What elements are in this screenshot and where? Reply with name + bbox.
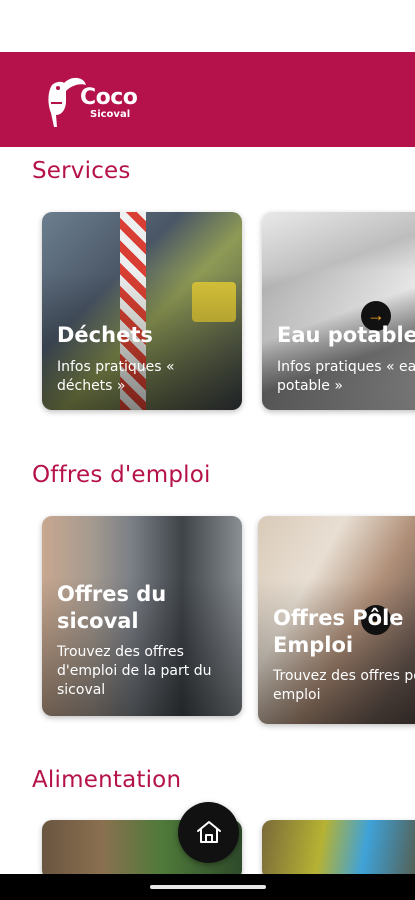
card-title: Offres du sicoval [57,582,167,633]
card-description: Trouvez des offres pole emploi [273,668,415,703]
status-bar [0,0,415,52]
card-title: Eau potable [277,323,415,347]
card-offres-sicoval[interactable]: Offres du sicoval Trouvez des offres d'e… [42,516,242,716]
gesture-handle[interactable] [150,885,266,889]
card-description: Infos pratiques « déchets » [57,359,175,394]
system-nav-bar [0,874,415,900]
card-eau-potable[interactable]: → Eau potable Infos pratiques « eau pota… [262,212,415,410]
logo[interactable]: Coco Sicoval [42,69,152,133]
card-title: Offres Pôle Emploi [273,606,404,657]
card-description: Trouvez des offres d'emploi de la part d… [57,644,212,698]
logo-title: Coco [80,85,138,110]
logo-subtitle: Sicoval [90,109,131,120]
card-title: Déchets [57,323,153,347]
card-alimentation-2[interactable] [262,820,415,880]
section-title-alimentation: Alimentation [32,767,182,793]
home-button[interactable] [178,802,239,863]
section-title-offres-emploi: Offres d'emploi [32,462,211,488]
card-offres-pole-emploi[interactable]: → Offres Pôle Emploi Trouvez des offres … [258,516,415,724]
card-image [262,820,415,880]
card-dechets[interactable]: Déchets Infos pratiques « déchets » [42,212,242,410]
home-icon [197,821,221,843]
card-description: Infos pratiques « eau potable » [277,359,415,394]
section-title-services: Services [32,158,131,184]
